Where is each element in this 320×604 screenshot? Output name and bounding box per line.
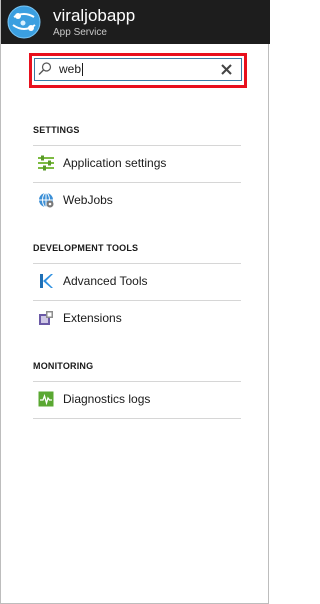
section-header-monitoring: MONITORING [33,361,94,371]
search-icon [38,62,52,75]
menu-item-label: Extensions [63,311,122,325]
menu-item-label: Application settings [63,156,167,170]
menu-item-diagnostics-logs[interactable]: Diagnostics logs [33,382,241,418]
divider [33,418,241,419]
diagnostics-logs-icon [38,391,54,407]
menu-item-label: Diagnostics logs [63,392,151,406]
section-header-settings: SETTINGS [33,125,80,135]
webjobs-icon [39,192,54,208]
menu-item-application-settings[interactable]: Application settings [33,146,241,182]
app-header: viraljobapp App Service [1,0,270,44]
menu-item-advanced-tools[interactable]: Advanced Tools [33,264,241,300]
app-service-icon [7,5,41,39]
app-name: viraljobapp [53,6,136,25]
text-cursor [82,63,83,76]
extensions-icon [39,311,53,325]
clear-icon[interactable] [221,64,232,75]
search-box[interactable] [34,58,242,81]
section-header-development-tools: DEVELOPMENT TOOLS [33,243,139,253]
menu-item-webjobs[interactable]: WebJobs [33,183,241,219]
menu-item-label: Advanced Tools [63,274,148,288]
blade-frame: viraljobapp App Service SETTINGS Applica… [0,0,270,604]
app-type: App Service [53,27,107,38]
kudu-icon [40,274,53,288]
menu-item-label: WebJobs [63,193,113,207]
settings-sliders-icon [38,155,54,171]
menu-item-extensions[interactable]: Extensions [33,301,241,337]
